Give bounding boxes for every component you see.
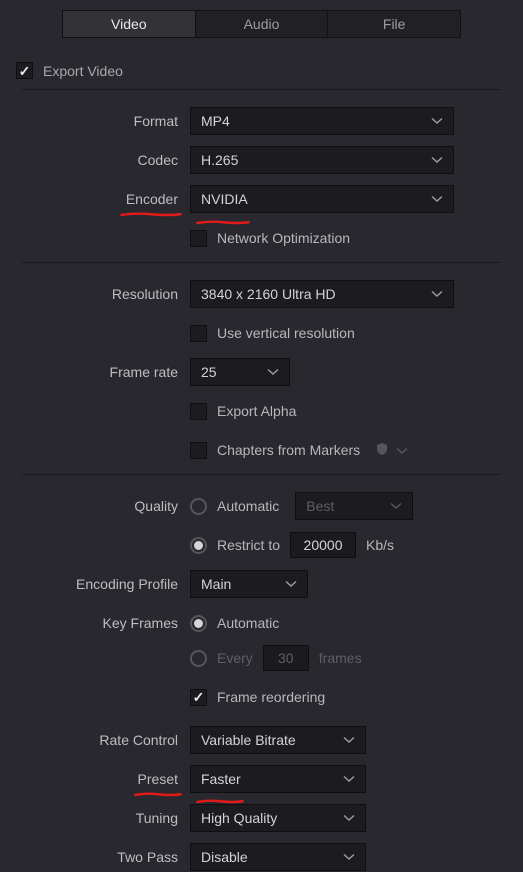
tab-video[interactable]: Video — [63, 11, 196, 37]
quality-automatic-radio[interactable] — [190, 498, 207, 515]
quality-best-value: Best — [306, 498, 334, 514]
quality-restrict-label: Restrict to — [217, 537, 280, 553]
network-optimization-label: Network Optimization — [217, 230, 350, 246]
frame-rate-value: 25 — [201, 364, 217, 380]
keyframes-every-label: Every — [217, 650, 253, 666]
chevron-down-icon — [285, 580, 297, 588]
network-optimization-checkbox[interactable] — [190, 230, 207, 247]
chevron-down-icon — [431, 117, 443, 125]
encoder-label: Encoder — [22, 191, 190, 207]
use-vertical-label: Use vertical resolution — [217, 325, 355, 341]
encoder-value: NVIDIA — [201, 191, 248, 207]
use-vertical-checkbox[interactable] — [190, 325, 207, 342]
tuning-select[interactable]: High Quality — [190, 804, 366, 832]
two-pass-label: Two Pass — [22, 849, 190, 865]
annotation-underline — [196, 213, 250, 219]
preset-label: Preset — [22, 771, 190, 787]
quality-restrict-radio[interactable] — [190, 537, 207, 554]
keyframes-every-radio[interactable] — [190, 650, 207, 667]
chevron-down-icon — [431, 195, 443, 203]
tab-file[interactable]: File — [328, 11, 460, 37]
chapters-markers-label: Chapters from Markers — [217, 442, 360, 458]
chevron-down-icon — [343, 775, 355, 783]
chapters-markers-checkbox[interactable] — [190, 442, 207, 459]
encoding-profile-value: Main — [201, 576, 231, 592]
export-alpha-checkbox[interactable] — [190, 403, 207, 420]
codec-value: H.265 — [201, 152, 238, 168]
quality-best-select[interactable]: Best — [295, 492, 413, 520]
frame-reordering-label: Frame reordering — [217, 689, 325, 705]
two-pass-select[interactable]: Disable — [190, 843, 366, 871]
codec-select[interactable]: H.265 — [190, 146, 454, 174]
chevron-down-icon — [343, 853, 355, 861]
quality-automatic-label: Automatic — [217, 498, 279, 514]
codec-label: Codec — [22, 152, 190, 168]
frame-rate-label: Frame rate — [22, 364, 190, 380]
tuning-label: Tuning — [22, 810, 190, 826]
rate-control-value: Variable Bitrate — [201, 732, 296, 748]
export-alpha-label: Export Alpha — [217, 403, 296, 419]
key-frames-label: Key Frames — [22, 615, 190, 631]
export-video-checkbox[interactable] — [16, 62, 33, 79]
export-video-label: Export Video — [43, 63, 123, 79]
keyframes-automatic-radio[interactable] — [190, 615, 207, 632]
resolution-value: 3840 x 2160 Ultra HD — [201, 286, 336, 302]
frame-reordering-checkbox[interactable] — [190, 689, 207, 706]
format-value: MP4 — [201, 113, 230, 129]
divider — [22, 89, 501, 90]
preset-select[interactable]: Faster — [190, 765, 366, 793]
tab-audio[interactable]: Audio — [196, 11, 329, 37]
quality-unit-label: Kb/s — [366, 537, 394, 553]
rate-control-select[interactable]: Variable Bitrate — [190, 726, 366, 754]
format-label: Format — [22, 113, 190, 129]
format-select[interactable]: MP4 — [190, 107, 454, 135]
chevron-down-icon — [267, 368, 279, 376]
keyframes-value-input[interactable]: 30 — [263, 645, 309, 671]
quality-bitrate-input[interactable]: 20000 — [290, 532, 356, 558]
chevron-down-icon — [390, 502, 402, 510]
chevron-down-icon[interactable] — [396, 442, 408, 458]
encoding-profile-label: Encoding Profile — [22, 576, 190, 592]
chevron-down-icon — [431, 156, 443, 164]
tab-bar: Video Audio File — [62, 10, 461, 38]
preset-value: Faster — [201, 771, 241, 787]
keyframes-unit-label: frames — [319, 650, 362, 666]
frame-rate-select[interactable]: 25 — [190, 358, 290, 386]
quality-label: Quality — [22, 498, 190, 514]
tuning-value: High Quality — [201, 810, 277, 826]
keyframes-automatic-label: Automatic — [217, 615, 279, 631]
resolution-label: Resolution — [22, 286, 190, 302]
chevron-down-icon — [431, 290, 443, 298]
divider — [22, 474, 501, 475]
encoder-select[interactable]: NVIDIA — [190, 185, 454, 213]
encoding-profile-select[interactable]: Main — [190, 570, 308, 598]
chevron-down-icon — [343, 736, 355, 744]
divider — [22, 262, 501, 263]
rate-control-label: Rate Control — [22, 732, 190, 748]
two-pass-value: Disable — [201, 849, 248, 865]
chevron-down-icon — [343, 814, 355, 822]
resolution-select[interactable]: 3840 x 2160 Ultra HD — [190, 280, 454, 308]
marker-shield-icon — [376, 442, 388, 459]
